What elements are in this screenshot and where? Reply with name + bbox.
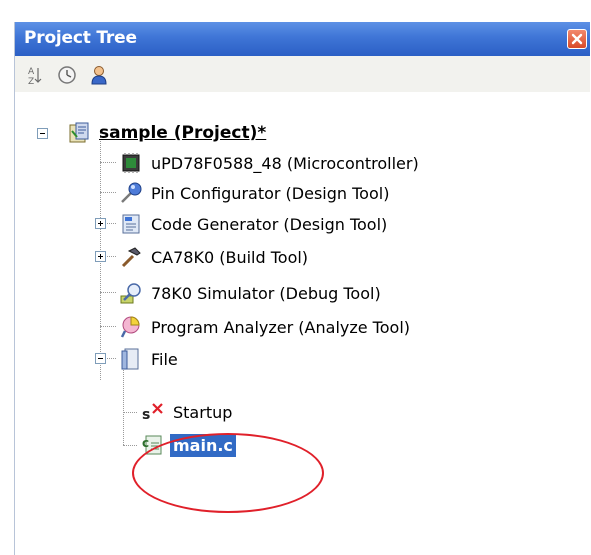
highlight-ellipse: [132, 433, 324, 513]
panel-title: Project Tree: [24, 28, 137, 48]
project-tree-panel: Project Tree A Z sample (Project)* uPD78…: [14, 22, 590, 555]
tree-item-startup[interactable]: s Startup: [141, 397, 235, 427]
tree-item-label: 78K0 Simulator (Debug Tool): [151, 283, 381, 303]
microcontroller-icon: [122, 153, 140, 173]
user-icon: [91, 66, 107, 85]
tree-connector: [100, 192, 116, 193]
tree-connector: [100, 292, 116, 293]
tree-item-label: Startup: [173, 402, 233, 422]
svg-text:c: c: [142, 436, 149, 450]
tree-item-label: Code Generator (Design Tool): [151, 214, 388, 234]
plus-icon: [98, 254, 103, 259]
expand-toggle-code-generator[interactable]: [95, 251, 106, 262]
project-label: sample (Project)*: [99, 123, 267, 143]
panel-titlebar: Project Tree: [15, 22, 590, 56]
tree-item-label: uPD78F0588_48 (Microcontroller): [151, 153, 419, 173]
tree-item-label: Pin Configurator (Design Tool): [151, 183, 390, 203]
minus-icon: [98, 358, 103, 359]
code-generator-icon: [122, 214, 140, 234]
tree-item-debug-tool[interactable]: 78K0 Simulator (Debug Tool): [119, 278, 384, 308]
toolbar: A Z: [15, 56, 590, 92]
collapse-toggle-project[interactable]: [37, 128, 48, 139]
tree-item-project[interactable]: sample (Project)*: [67, 118, 269, 148]
sort-button[interactable]: A Z: [23, 64, 47, 87]
tree-item-label: File: [151, 349, 178, 369]
pin-configurator-icon: [121, 182, 142, 203]
tree-connector: [123, 412, 137, 413]
tree-connector: [123, 445, 137, 446]
svg-text:s: s: [142, 407, 150, 423]
svg-text:A: A: [28, 67, 35, 77]
collapse-toggle-file[interactable]: [95, 353, 106, 364]
simulator-icon: [120, 283, 141, 304]
hammer-icon: [121, 247, 141, 268]
startup-icon: s: [142, 403, 163, 423]
tree-item-label: Program Analyzer (Analyze Tool): [151, 317, 410, 337]
tree-item-pin-configurator[interactable]: Pin Configurator (Design Tool): [119, 178, 392, 208]
sort-az-icon: A Z: [28, 67, 42, 87]
tree-item-file[interactable]: File: [119, 344, 181, 374]
project-icon: [69, 122, 89, 143]
tree-item-analyze-tool[interactable]: Program Analyzer (Analyze Tool): [119, 312, 413, 342]
plus-icon: [98, 221, 103, 226]
tree-item-code-generator[interactable]: Code Generator (Design Tool): [119, 209, 390, 239]
tree-connector: [100, 326, 116, 327]
expand-toggle-pin-configurator[interactable]: [95, 218, 106, 229]
user-button[interactable]: [87, 64, 111, 86]
tree-item-build-tool[interactable]: CA78K0 (Build Tool): [119, 242, 311, 272]
minus-icon: [40, 133, 45, 134]
folder-icon: [121, 348, 139, 370]
tree-connector: [123, 368, 124, 445]
tree-connector: [100, 162, 116, 163]
clock-icon: [58, 66, 76, 84]
svg-text:Z: Z: [28, 77, 34, 86]
history-button[interactable]: [55, 64, 79, 86]
close-icon: [571, 33, 583, 45]
analyzer-icon: [120, 316, 140, 338]
tree-item-label: CA78K0 (Build Tool): [151, 247, 309, 267]
tree-item-microcontroller[interactable]: uPD78F0588_48 (Microcontroller): [119, 148, 422, 178]
close-button[interactable]: [567, 29, 587, 49]
